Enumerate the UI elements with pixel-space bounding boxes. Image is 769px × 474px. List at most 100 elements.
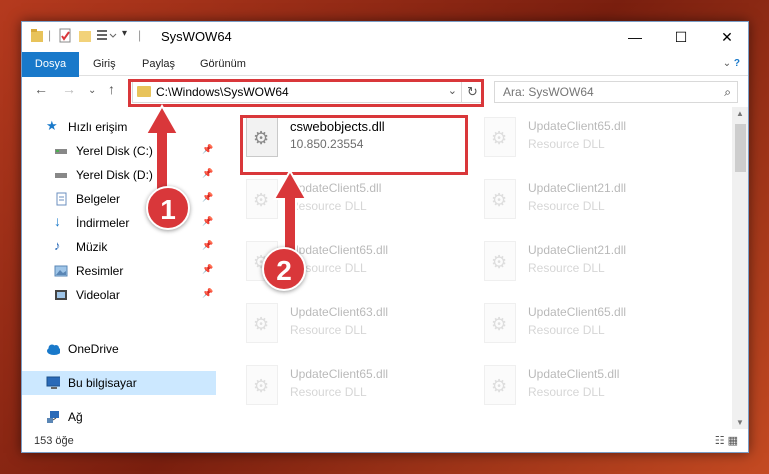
sidebar-item-music[interactable]: ♪ Müzik 📌	[22, 235, 216, 259]
file-name: UpdateClient21.dll	[528, 243, 627, 257]
step-2-badge: 2	[262, 247, 306, 291]
sidebar-item-onedrive[interactable]: OneDrive	[22, 337, 216, 361]
vertical-scrollbar[interactable]: ▲ ▼	[732, 107, 748, 429]
status-bar: 153 öğe ☷ ▦	[22, 430, 748, 452]
tab-view[interactable]: Görünüm	[200, 52, 246, 76]
videos-icon	[55, 290, 67, 300]
back-arrow-icon[interactable]: ←	[34, 81, 48, 97]
pin-icon[interactable]: 📌	[202, 168, 213, 179]
file-description: Resource DLL	[528, 385, 605, 399]
dll-file-icon	[484, 117, 516, 157]
properties-icon[interactable]	[58, 28, 72, 46]
search-icon[interactable]: ⌕	[724, 85, 731, 100]
file-description: Resource DLL	[528, 199, 605, 213]
search-box[interactable]: ⌕	[494, 81, 738, 103]
pin-icon[interactable]: 📌	[202, 240, 213, 251]
close-button[interactable]: ✕	[704, 22, 748, 52]
pin-icon[interactable]: 📌	[202, 288, 213, 299]
computer-icon	[46, 376, 60, 389]
new-folder-icon[interactable]	[78, 28, 92, 46]
window-title: SysWOW64	[161, 29, 232, 44]
up-arrow-icon[interactable]: ↑	[108, 81, 115, 97]
dll-file-icon	[484, 365, 516, 405]
file-description: Resource DLL	[290, 323, 367, 337]
sidebar-item-pictures[interactable]: Resimler 📌	[22, 259, 216, 283]
explorer-window: | ▾ | SysWOW64 — ☐ ✕ Dosya Giriş Paylaş …	[21, 21, 749, 453]
separator: |	[48, 28, 52, 42]
sidebar-item-label: İndirmeler	[76, 216, 130, 230]
file-item[interactable]: UpdateClient63.dll Resource DLL	[242, 299, 472, 353]
view-menu-icon[interactable]	[96, 28, 118, 46]
download-icon: ↓	[54, 213, 61, 229]
sidebar-item-label: Ağ	[68, 410, 83, 424]
star-icon: ★	[46, 118, 58, 133]
dll-file-icon	[484, 303, 516, 343]
file-description: Resource DLL	[528, 137, 605, 151]
step-1-badge: 1	[146, 186, 190, 230]
sidebar-item-videos[interactable]: Videolar 📌	[22, 283, 216, 307]
file-description: Resource DLL	[528, 261, 605, 275]
file-highlight-box	[240, 115, 468, 175]
dll-file-icon	[246, 365, 278, 405]
pictures-icon	[54, 265, 68, 277]
search-input[interactable]	[503, 85, 703, 99]
drive-icon	[55, 149, 67, 154]
sidebar-item-this-pc[interactable]: Bu bilgisayar	[22, 371, 216, 395]
file-name: UpdateClient65.dll	[528, 119, 627, 133]
file-item[interactable]: UpdateClient21.dll Resource DLL	[480, 237, 710, 291]
view-toggle-icon[interactable]: ☷ ▦	[715, 434, 738, 447]
pin-icon[interactable]: 📌	[202, 192, 213, 203]
file-item[interactable]: UpdateClient21.dll Resource DLL	[480, 175, 710, 229]
file-item[interactable]: UpdateClient65.dll Resource DLL	[242, 361, 472, 415]
expand-ribbon-icon[interactable]: ⌄ ?	[723, 58, 740, 69]
maximize-button[interactable]: ☐	[658, 22, 704, 52]
sidebar-item-label: Bu bilgisayar	[68, 376, 137, 390]
sidebar-item-label: OneDrive	[68, 342, 119, 356]
sidebar-item-label: Belgeler	[76, 192, 121, 206]
sidebar-item-network[interactable]: Ağ	[22, 405, 216, 429]
file-item[interactable]: UpdateClient5.dll Resource DLL	[480, 361, 710, 415]
documents-icon	[56, 192, 67, 206]
sidebar-item-label: Müzik	[76, 240, 108, 254]
forward-arrow-icon[interactable]: →	[62, 81, 76, 97]
scroll-up-icon[interactable]: ▲	[736, 109, 744, 118]
pin-icon[interactable]: 📌	[202, 144, 213, 155]
cloud-icon	[47, 344, 60, 355]
scroll-thumb[interactable]	[735, 124, 746, 172]
sidebar-item-label: Resimler	[76, 264, 124, 278]
minimize-button[interactable]: —	[612, 22, 658, 52]
pin-icon[interactable]: 📌	[202, 264, 213, 275]
sidebar-item-quick-access[interactable]: ★ Hızlı erişim	[22, 115, 216, 139]
file-name: UpdateClient65.dll	[528, 305, 627, 319]
dll-file-icon	[246, 303, 278, 343]
sidebar-item-label: Videolar	[76, 288, 120, 302]
sidebar-item-label: Hızlı erişim	[68, 120, 128, 134]
sidebar-item-disk-c[interactable]: Yerel Disk (C:) 📌	[22, 139, 216, 163]
dll-file-icon	[484, 179, 516, 219]
file-name: UpdateClient5.dll	[528, 367, 620, 381]
dll-file-icon	[484, 241, 516, 281]
music-icon: ♪	[54, 238, 61, 253]
network-icon	[47, 411, 59, 423]
quick-access-dropdown-icon[interactable]: ▾	[122, 28, 127, 46]
ribbon-tabs: Dosya Giriş Paylaş Görünüm ⌄ ?	[22, 52, 748, 106]
pin-icon[interactable]: 📌	[202, 216, 213, 227]
file-description: Resource DLL	[528, 323, 605, 337]
file-item[interactable]: UpdateClient65.dll Resource DLL	[480, 113, 710, 167]
file-description: Resource DLL	[290, 385, 367, 399]
tab-home[interactable]: Giriş	[93, 52, 116, 76]
file-name: UpdateClient21.dll	[528, 181, 627, 195]
sidebar-item-disk-d[interactable]: Yerel Disk (D:) 📌	[22, 163, 216, 187]
separator: |	[138, 28, 142, 42]
file-name: UpdateClient63.dll	[290, 305, 389, 319]
title-bar: | ▾ | SysWOW64 — ☐ ✕	[22, 22, 748, 52]
drive-icon	[55, 173, 67, 178]
recent-locations-icon[interactable]: ⌄	[88, 85, 96, 96]
tab-share[interactable]: Paylaş	[142, 52, 175, 76]
scroll-down-icon[interactable]: ▼	[736, 418, 744, 427]
file-item[interactable]: UpdateClient65.dll Resource DLL	[480, 299, 710, 353]
file-name: UpdateClient65.dll	[290, 367, 389, 381]
item-count: 153 öğe	[34, 435, 74, 447]
navigation-pane: ★ Hızlı erişim Yerel Disk (C:) 📌 Yerel D…	[22, 107, 216, 429]
folder-icon[interactable]	[30, 28, 44, 46]
